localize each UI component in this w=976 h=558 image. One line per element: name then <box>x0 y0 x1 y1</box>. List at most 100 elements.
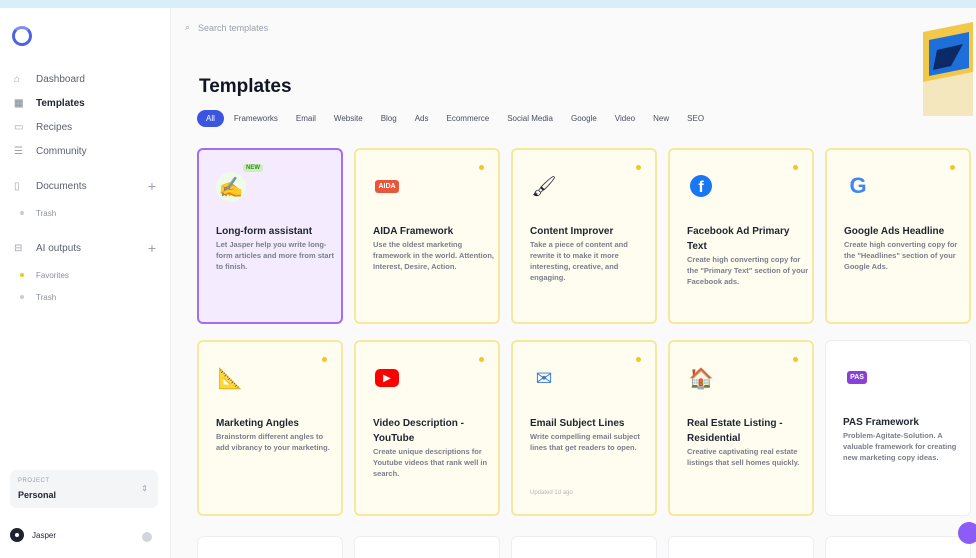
sidebar-item-label: Templates <box>36 97 85 109</box>
template-description: Create unique descriptions for Youtube v… <box>373 447 488 478</box>
template-card-real-estate-listing-residential[interactable]: 🏠 Real Estate Listing - Residential Creat… <box>668 340 814 516</box>
template-card[interactable] <box>197 536 343 558</box>
sidebar-item-label: AI outputs <box>36 242 82 254</box>
template-name: PAS Framework Problem-Agitate-Solution. A… <box>843 415 965 463</box>
tab-ads[interactable]: Ads <box>407 110 437 127</box>
sidebar-item-documents[interactable]: ▯ Documents + <box>0 175 170 197</box>
template-description: Use the oldest marketing framework in th… <box>373 240 494 271</box>
sidebar-item-documents-trash[interactable]: Trash <box>0 202 170 224</box>
bullet-icon <box>20 295 24 299</box>
sidebar-item-ai-outputs[interactable]: ⊟ AI outputs + <box>0 237 170 259</box>
search-input[interactable]: Search templates <box>198 23 268 33</box>
add-output-icon[interactable]: + <box>148 240 156 256</box>
tab-ecommerce[interactable]: Ecommerce <box>439 110 498 127</box>
page-title: Templates <box>199 76 292 97</box>
template-card-email-subject-lines[interactable]: ✉ Email Subject Lines Write compelling em… <box>511 340 657 516</box>
template-description: Brainstorm different angles to add vibra… <box>216 432 330 452</box>
tab-social-media[interactable]: Social Media <box>499 110 561 127</box>
favorite-star-icon[interactable] <box>950 165 955 170</box>
sidebar-item-community[interactable]: ☰ Community <box>0 140 170 162</box>
sidebar-item-recipes[interactable]: ▭ Recipes <box>0 116 170 138</box>
tab-video[interactable]: Video <box>607 110 643 127</box>
tab-all[interactable]: All <box>197 110 224 127</box>
favorite-star-icon[interactable] <box>479 165 484 170</box>
template-description: Let Jasper help you write long-form arti… <box>216 240 334 271</box>
template-name: Video Description - YouTube Create unique… <box>373 416 495 479</box>
sidebar-item-label: Recipes <box>36 121 73 133</box>
book-icon: ▭ <box>14 121 24 133</box>
favorite-star-icon[interactable] <box>479 357 484 362</box>
favorite-star-icon[interactable] <box>793 357 798 362</box>
template-card-marketing-angles[interactable]: 📐 Marketing Angles Brainstorm different a… <box>197 340 343 516</box>
sidebar-item-dashboard[interactable]: ⌂ Dashboard <box>0 68 170 90</box>
template-card[interactable] <box>354 536 500 558</box>
template-card-content-improver[interactable]: 🖌 Content Improver Take a piece of conten… <box>511 148 657 324</box>
template-name: Facebook Ad Primary Text Create high conv… <box>687 226 809 286</box>
template-card-pas-framework[interactable]: PAS PAS Framework Problem-Agitate-Solutio… <box>825 340 971 516</box>
template-card[interactable] <box>825 536 971 558</box>
sidebar-item-label: Trash <box>36 292 57 302</box>
project-value: Personal <box>18 490 57 500</box>
email-icon: ✉ <box>535 367 553 390</box>
tab-new[interactable]: New <box>645 110 677 127</box>
template-card[interactable] <box>511 536 657 558</box>
favorite-star-icon[interactable] <box>793 165 798 170</box>
user-name: Jasper <box>32 530 57 540</box>
search-icon: ⌕ <box>185 22 191 32</box>
house-icon: 🏠 <box>688 367 714 390</box>
chevron-updown-icon: ⇕ <box>141 484 148 493</box>
sidebar-item-label: Community <box>36 145 87 157</box>
template-description: Write compelling email subject lines tha… <box>530 432 640 452</box>
help-chat-button[interactable] <box>958 522 976 544</box>
category-tabs: All Frameworks Email Website Blog Ads Ec… <box>197 110 714 127</box>
favorite-star-icon[interactable] <box>636 165 641 170</box>
user-profile[interactable]: Jasper <box>10 528 56 542</box>
sidebar-item-outputs-trash[interactable]: Trash <box>0 286 170 308</box>
template-card[interactable] <box>668 536 814 558</box>
template-description: Create high converting copy for the "Pri… <box>687 255 809 286</box>
project-label: PROJECT <box>18 478 50 484</box>
sidebar-item-label: Favorites <box>36 270 69 280</box>
settings-icon[interactable] <box>142 532 152 542</box>
template-name: Google Ads Headline Create high convertin… <box>844 224 966 272</box>
triangle-ruler-icon: 📐 <box>217 367 243 390</box>
favorite-star-icon <box>20 273 24 277</box>
template-name: Content Improver Take a piece of content … <box>530 224 652 283</box>
pen-writing-icon: ✍ <box>216 172 246 202</box>
favorite-star-icon[interactable] <box>636 357 641 362</box>
template-card-facebook-ad-primary-text[interactable]: f Facebook Ad Primary Text Create high co… <box>668 148 814 324</box>
tab-google[interactable]: Google <box>563 110 605 127</box>
google-icon: G <box>849 173 867 198</box>
output-icon: ⊟ <box>14 242 23 254</box>
template-description: Take a piece of content and rewrite it t… <box>530 240 628 282</box>
avatar <box>10 528 24 542</box>
tab-website[interactable]: Website <box>326 110 371 127</box>
updated-timestamp: Updated 1d ago <box>530 490 573 496</box>
tab-email[interactable]: Email <box>288 110 324 127</box>
sidebar-item-label: Documents <box>36 180 87 192</box>
sidebar-item-templates[interactable]: ▦ Templates <box>0 92 170 114</box>
grid-icon: ▦ <box>14 97 24 109</box>
template-description: Problem-Agitate-Solution. A valuable fra… <box>843 431 957 462</box>
app-window: ⌂ Dashboard ▦ Templates ▭ Recipes ☰ Comm… <box>0 8 976 558</box>
pas-icon: PAS <box>843 363 871 391</box>
template-card-google-ads-headline[interactable]: G Google Ads Headline Create high convert… <box>825 148 971 324</box>
jasper-logo-icon[interactable] <box>12 26 32 46</box>
template-name: Email Subject Lines Write compelling emai… <box>530 416 652 453</box>
tab-seo[interactable]: SEO <box>679 110 712 127</box>
favorite-star-icon[interactable] <box>322 357 327 362</box>
add-document-icon[interactable]: + <box>148 178 156 194</box>
template-name: Long-form assistant Let Jasper help you w… <box>216 224 338 272</box>
template-card-aida-framework[interactable]: AIDA AIDA Framework Use the oldest market… <box>354 148 500 324</box>
tab-blog[interactable]: Blog <box>373 110 405 127</box>
search-bar[interactable]: ⌕ Search templates <box>185 22 268 33</box>
sidebar-item-label: Dashboard <box>36 73 85 85</box>
tab-frameworks[interactable]: Frameworks <box>226 110 286 127</box>
sidebar: ⌂ Dashboard ▦ Templates ▭ Recipes ☰ Comm… <box>0 8 171 558</box>
template-card-long-form-assistant[interactable]: ✍ NEW Long-form assistant Let Jasper help… <box>197 148 343 324</box>
project-selector[interactable]: PROJECT Personal ⇕ <box>10 470 158 508</box>
main-content: ⌕ Search templates Templates All Framewo… <box>171 8 976 558</box>
template-card-video-description-youtube[interactable]: ▶ Video Description - YouTube Create uniq… <box>354 340 500 516</box>
sidebar-item-label: Trash <box>36 208 57 218</box>
sidebar-item-favorites[interactable]: Favorites <box>0 264 170 286</box>
